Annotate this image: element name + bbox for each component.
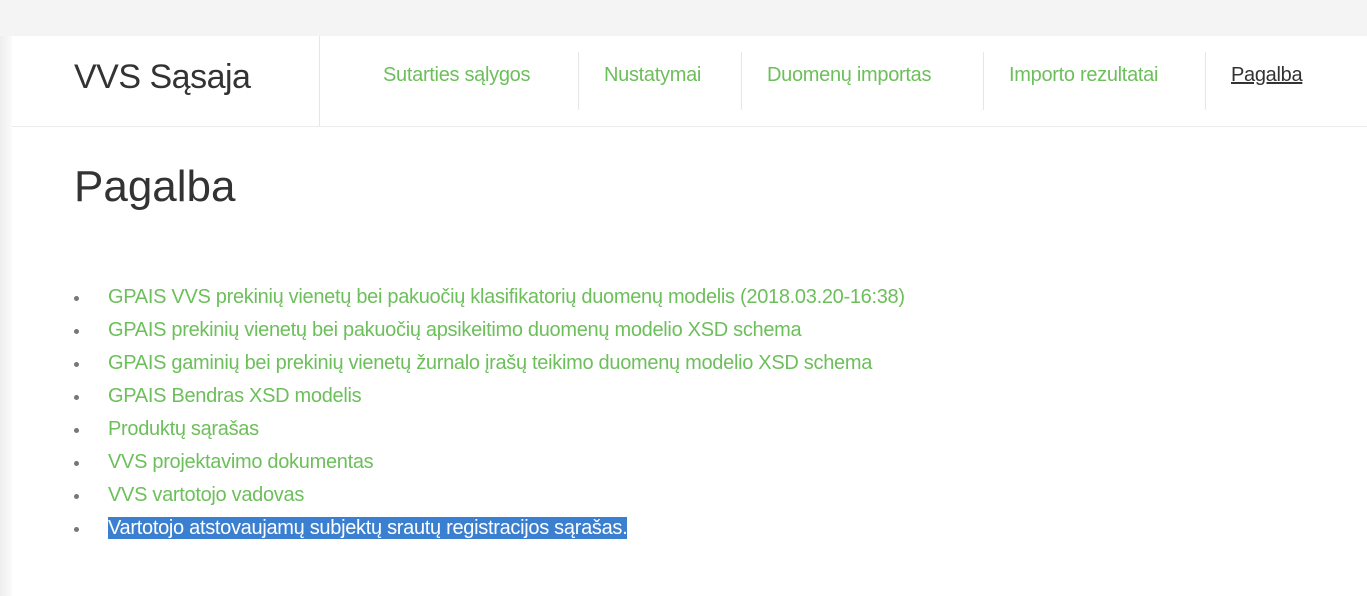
list-item: GPAIS Bendras XSD modelis (74, 382, 905, 415)
nav-item-nustatymai[interactable]: Nustatymai (604, 64, 701, 87)
bullet-icon (74, 428, 79, 433)
bullet-icon (74, 395, 79, 400)
brand-title[interactable]: VVS Sąsaja (74, 58, 251, 97)
help-link-vvs-klasifikatoriu-modelis[interactable]: GPAIS VVS prekinių vienetų bei pakuočių … (108, 286, 905, 308)
help-link-vartotojo-vadovas[interactable]: VVS vartotojo vadovas (108, 484, 304, 506)
help-link-apsikeitimo-xsd-schema[interactable]: GPAIS prekinių vienetų bei pakuočių apsi… (108, 319, 802, 341)
list-item: Vartotojo atstovaujamų subjektų srautų r… (74, 514, 905, 547)
nav-item-importo-rezultatai[interactable]: Importo rezultatai (1009, 64, 1158, 87)
app-window: VVS Sąsaja Sutarties sąlygos Nustatymai … (0, 0, 1367, 596)
list-item: Produktų sąrašas (74, 415, 905, 448)
brand-divider (319, 36, 320, 126)
help-link-srautu-registracijos-sarasas[interactable]: Vartotojo atstovaujamų subjektų srautų r… (108, 517, 628, 539)
bullet-icon (74, 296, 79, 301)
nav-divider (578, 52, 579, 110)
nav-item-pagalba[interactable]: Pagalba (1231, 64, 1303, 87)
page-title: Pagalba (74, 162, 236, 211)
help-link-zurnalo-irasu-xsd-schema[interactable]: GPAIS gaminių bei prekinių vienetų žurna… (108, 352, 872, 374)
bullet-icon (74, 494, 79, 499)
help-links-list: GPAIS VVS prekinių vienetų bei pakuočių … (74, 283, 905, 547)
navbar: VVS Sąsaja Sutarties sąlygos Nustatymai … (12, 36, 1367, 127)
nav-divider (741, 52, 742, 110)
nav-item-duomenu-importas[interactable]: Duomenų importas (767, 64, 931, 87)
bullet-icon (74, 527, 79, 532)
bullet-icon (74, 461, 79, 466)
list-item: GPAIS VVS prekinių vienetų bei pakuočių … (74, 283, 905, 316)
help-link-produktu-sarasas[interactable]: Produktų sąrašas (108, 418, 259, 440)
help-link-projektavimo-dokumentas[interactable]: VVS projektavimo dokumentas (108, 451, 374, 473)
left-strip (0, 36, 12, 596)
bullet-icon (74, 362, 79, 367)
help-link-bendras-xsd-modelis[interactable]: GPAIS Bendras XSD modelis (108, 385, 362, 407)
nav-divider (983, 52, 984, 110)
nav-item-sutarties-salygos[interactable]: Sutarties sąlygos (383, 64, 531, 87)
top-strip (0, 0, 1367, 36)
list-item: GPAIS gaminių bei prekinių vienetų žurna… (74, 349, 905, 382)
list-item: GPAIS prekinių vienetų bei pakuočių apsi… (74, 316, 905, 349)
bullet-icon (74, 329, 79, 334)
list-item: VVS vartotojo vadovas (74, 481, 905, 514)
nav-divider (1205, 52, 1206, 110)
list-item: VVS projektavimo dokumentas (74, 448, 905, 481)
